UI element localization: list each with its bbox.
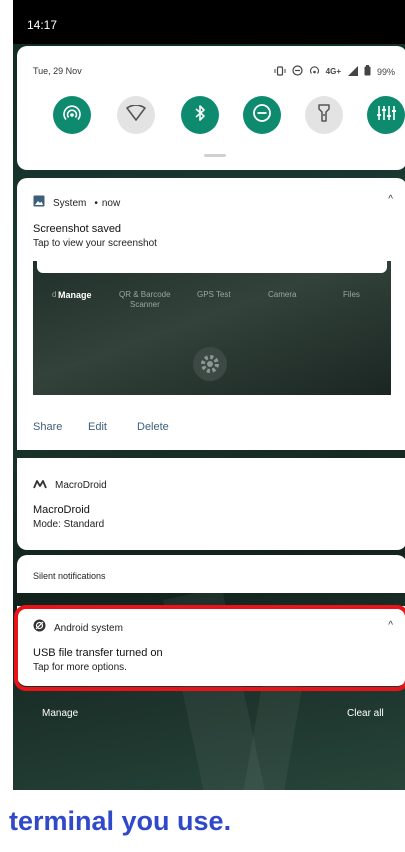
share-button[interactable]: Share [33,421,62,433]
bluetooth-icon [193,104,207,127]
hotspot-icon [63,104,81,127]
caption-box: terminal you use. [0,793,367,852]
preview-manage: Manage [58,290,92,300]
do-not-disturb-tile[interactable] [243,96,281,134]
preview-label: QR & Barcode [119,290,171,299]
caption-text: terminal you use. [9,806,232,836]
clear-all-button[interactable]: Clear all [347,708,384,719]
notification-header: MacroDroid [33,476,107,494]
macrodroid-icon [33,476,47,494]
annotation-highlight-box [14,605,405,691]
drag-handle[interactable] [204,154,226,157]
preview-label: Files [343,290,360,299]
qs-status-icons: 4G+ 99% [274,65,395,78]
notification-macrodroid[interactable]: MacroDroid MacroDroid Mode: Standard [17,458,405,550]
equalizer-icon [376,104,396,127]
notification-time-separator: • [94,197,98,209]
notification-header: System • now [33,194,120,212]
flashlight-icon [317,103,331,128]
delete-button[interactable]: Delete [137,421,169,433]
dnd-status-icon [292,65,303,78]
notification-app-name: System [53,197,87,209]
preview-label: GPS Test [197,290,231,299]
notification-text: Tap to view your screenshot [33,238,157,249]
hotspot-tile[interactable] [53,96,91,134]
edit-button[interactable]: Edit [88,421,107,433]
flashlight-tile[interactable] [305,96,343,134]
wifi-icon [126,103,146,126]
screenshot-preview[interactable]: d Manage QR & Barcode Scanner GPS Test C… [33,261,391,395]
hotspot-status-icon [309,65,320,78]
wifi-tile[interactable] [117,96,155,134]
notification-screenshot[interactable]: System • now ^ Screenshot saved Tap to v… [17,178,405,450]
quick-settings-panel: Tue, 29 Nov 4G+ 99% [17,46,405,170]
status-time: 14:17 [27,18,58,32]
bluetooth-tile[interactable] [181,96,219,134]
status-bar: 14:17 [13,0,405,44]
battery-icon [364,65,371,78]
equalizer-tile[interactable] [367,96,405,134]
do-not-disturb-icon [252,103,272,128]
notification-app-name: MacroDroid [55,479,107,491]
vibrate-icon [274,65,286,78]
notification-time: now [101,197,121,209]
notification-title: Screenshot saved [33,223,122,235]
silent-notifications-header: Silent notifications [17,555,405,593]
network-type: 4G+ [325,67,341,76]
notification-title: MacroDroid [33,504,90,516]
manage-button[interactable]: Manage [42,708,78,719]
settings-gear-icon [193,347,227,381]
preview-bar [37,261,387,273]
preview-label: Camera [268,290,297,299]
battery-percent: 99% [376,66,395,77]
image-icon [33,194,45,212]
preview-label: d [52,290,57,299]
qs-date: Tue, 29 Nov [33,66,82,76]
silent-notifications-label: Silent notifications [33,571,106,581]
preview-label: Scanner [130,300,160,309]
collapse-chevron-icon[interactable]: ^ [388,194,393,205]
notification-text: Mode: Standard [33,519,105,530]
signal-icon [347,65,358,78]
